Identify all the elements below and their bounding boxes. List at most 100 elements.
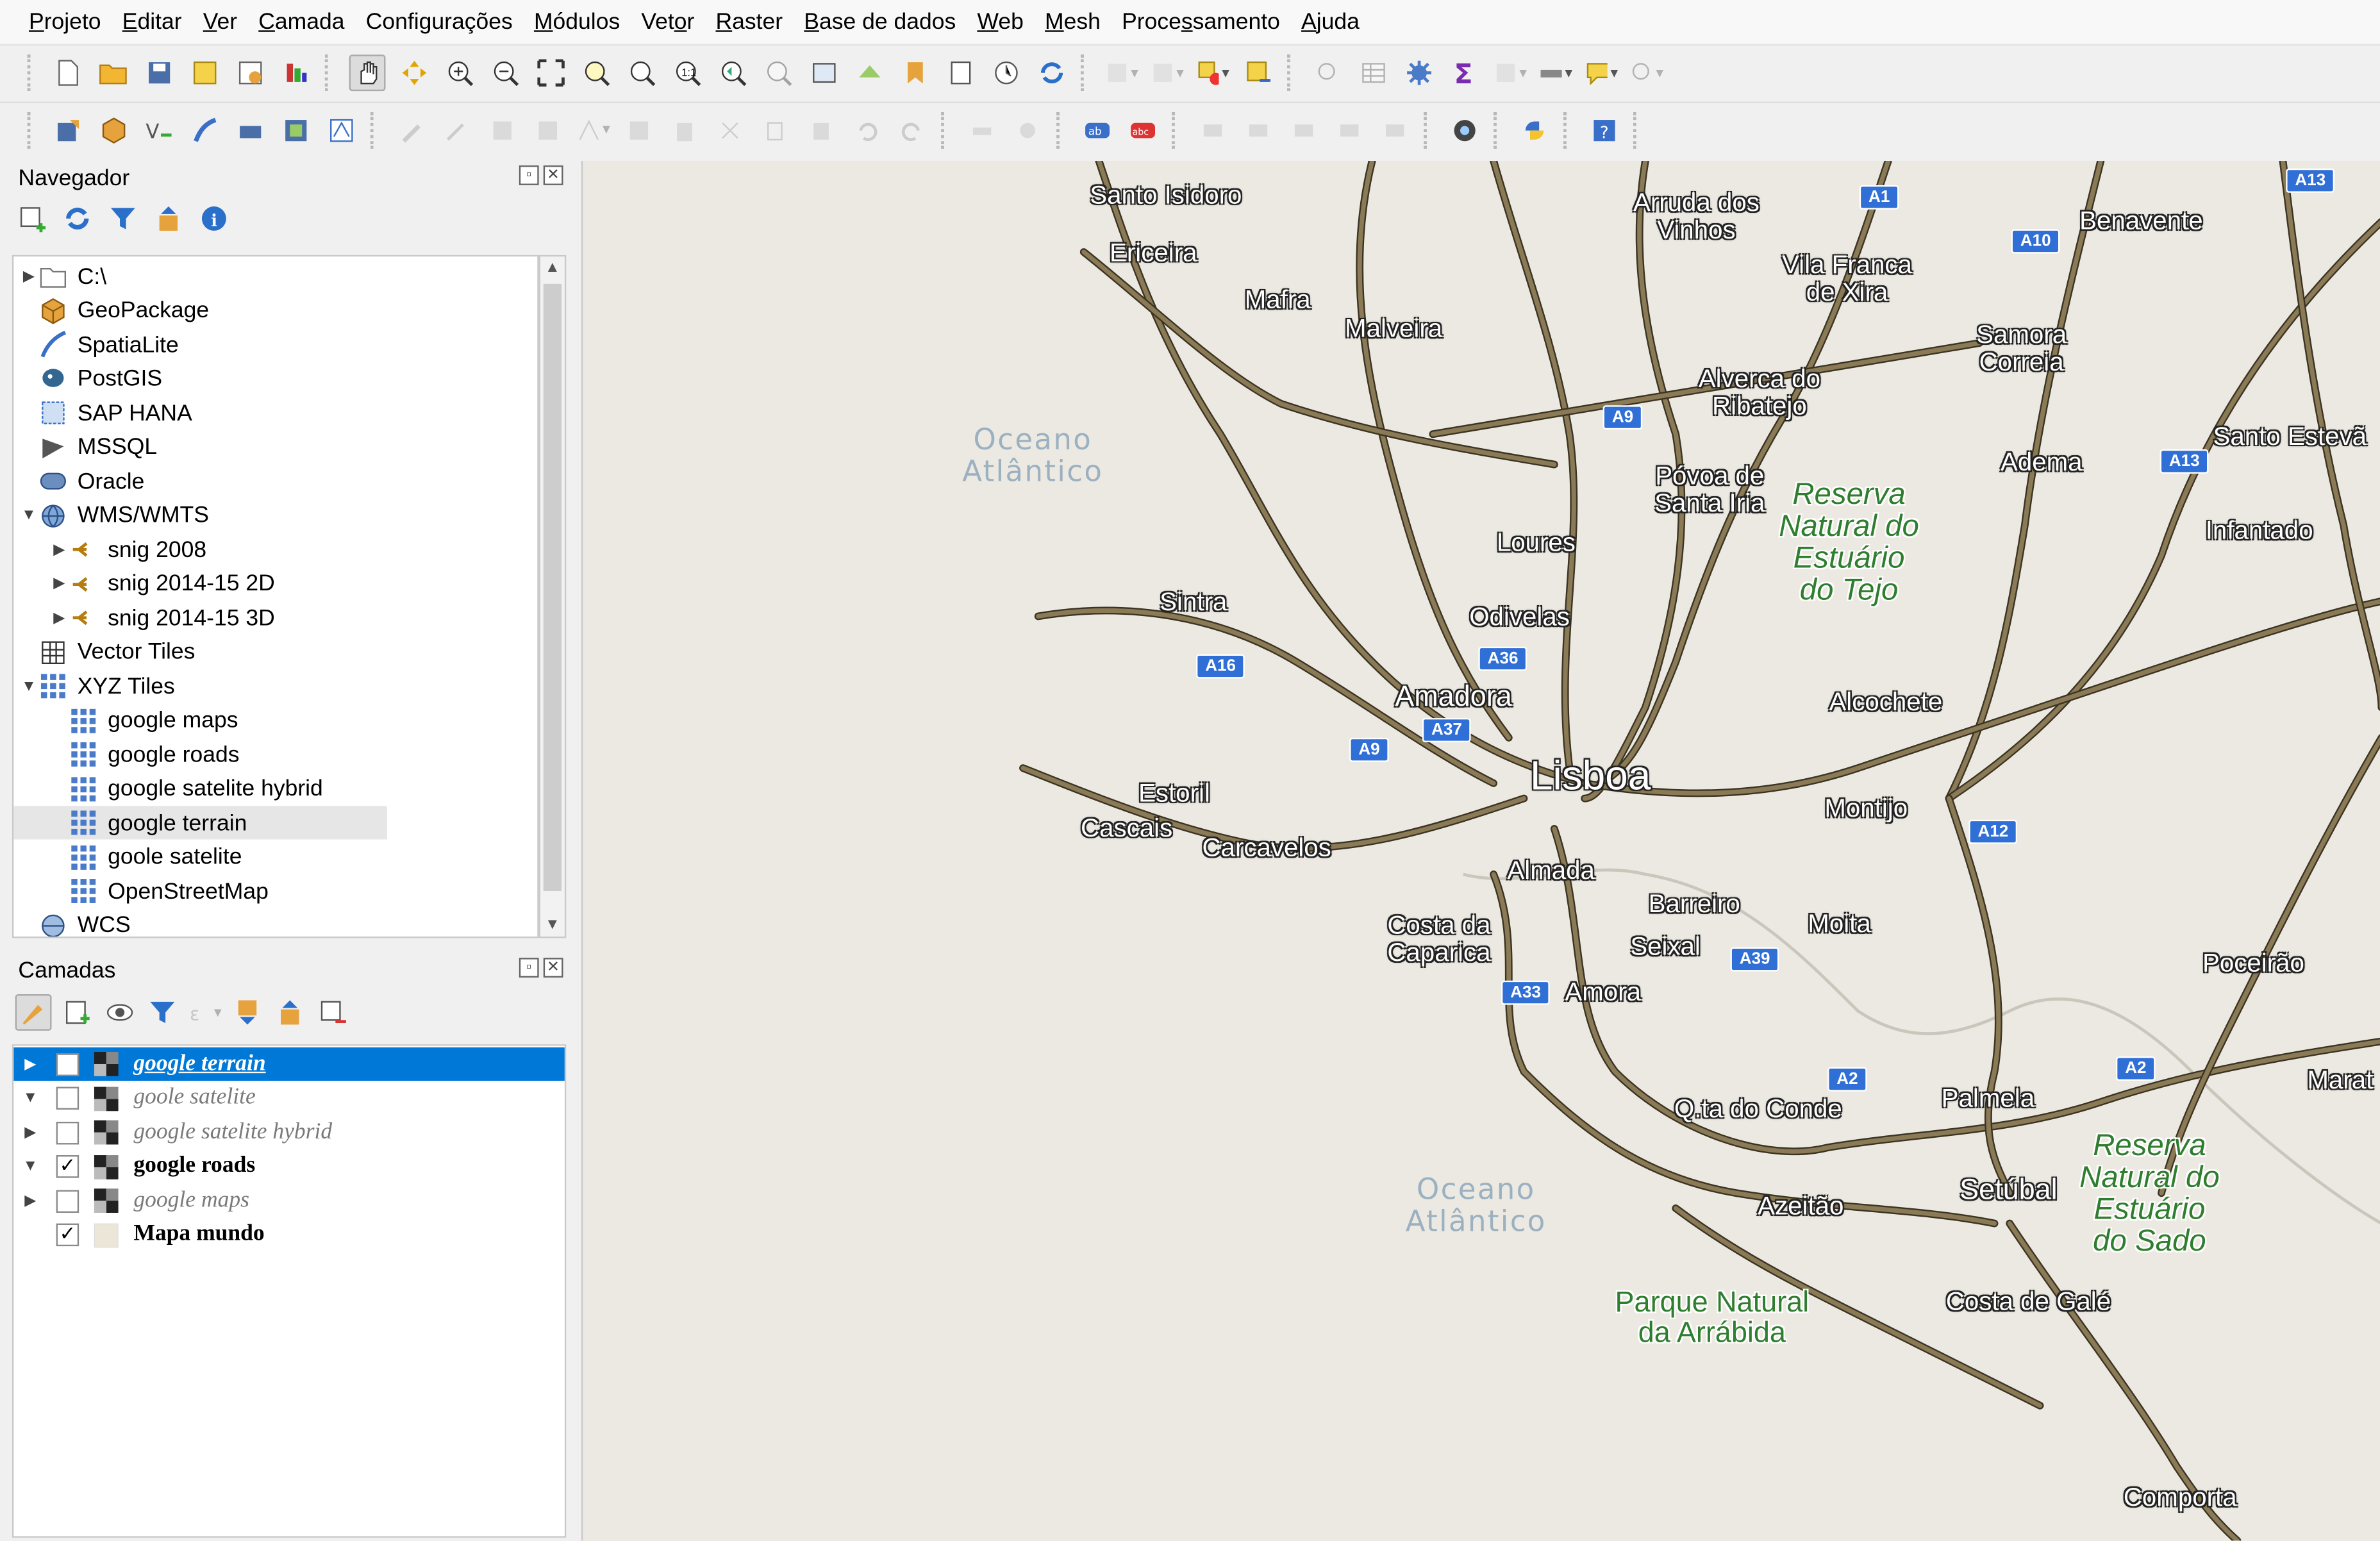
layer-visibility-checkbox[interactable]: [56, 1120, 79, 1144]
collapsed-arrow-icon[interactable]: ▶: [20, 268, 38, 285]
browser-item[interactable]: goole satelite: [13, 840, 537, 874]
collapsed-arrow-icon[interactable]: ▶: [50, 610, 68, 626]
layout-manager-icon[interactable]: [234, 56, 267, 90]
zoom-out-icon[interactable]: [488, 56, 522, 90]
new-bookmark-icon[interactable]: [899, 56, 932, 90]
map-canvas[interactable]: Oceano Atlântico Oceano Atlântico Santo Is…: [581, 161, 2380, 1541]
toggle-editing-icon[interactable]: [440, 113, 474, 146]
vertex-tool-icon[interactable]: [577, 113, 610, 146]
new-project-icon[interactable]: [52, 56, 85, 90]
menu-vetor[interactable]: Vetor: [631, 9, 705, 35]
close-panel-icon[interactable]: ✕: [543, 165, 563, 185]
digitize-mesh-icon[interactable]: [325, 113, 358, 146]
menu-ver[interactable]: Ver: [192, 9, 248, 35]
browser-item[interactable]: ▶ snig 2014-15 3D: [13, 601, 537, 635]
browser-item[interactable]: MSSQL: [13, 430, 537, 463]
toolbar-grip[interactable]: [27, 112, 37, 148]
scroll-down-icon[interactable]: ▼: [545, 917, 560, 933]
filter-by-expression-icon[interactable]: ε: [188, 995, 222, 1029]
browser-item[interactable]: ▶ C:\: [13, 260, 537, 293]
add-selected-layers-icon[interactable]: [15, 202, 49, 235]
style-manager-icon[interactable]: [279, 56, 313, 90]
quickmapservices-icon[interactable]: [1448, 113, 1481, 146]
layer-visibility-checkbox[interactable]: ✓: [56, 1155, 79, 1178]
new-print-layout-icon[interactable]: [188, 56, 222, 90]
show-hide-labels-icon[interactable]: [1242, 113, 1275, 146]
open-field-calculator-icon[interactable]: [1151, 56, 1184, 90]
save-project-icon[interactable]: [143, 56, 176, 90]
browser-item[interactable]: WCS: [13, 908, 537, 937]
modify-attributes-icon[interactable]: [622, 113, 656, 146]
collapsed-arrow-icon[interactable]: ▶: [13, 1124, 47, 1141]
refresh-icon[interactable]: [1035, 56, 1069, 90]
browser-item[interactable]: ▶ snig 2008: [13, 533, 537, 566]
undo-icon[interactable]: [850, 113, 883, 146]
collapse-all-icon[interactable]: [152, 202, 185, 235]
layer-row[interactable]: ▶ google satelite hybrid: [13, 1115, 565, 1149]
show-bookmarks-icon[interactable]: [944, 56, 978, 90]
python-console-icon[interactable]: [1518, 113, 1551, 146]
add-feature-icon[interactable]: [531, 113, 565, 146]
menu-ajuda[interactable]: Ajuda: [1290, 9, 1370, 35]
new-spatialite-layer-icon[interactable]: [188, 113, 222, 146]
select-features-icon[interactable]: [1196, 56, 1229, 90]
rotate-label-icon[interactable]: [1333, 113, 1366, 146]
copy-features-icon[interactable]: [759, 113, 792, 146]
browser-item[interactable]: ▼ XYZ Tiles: [13, 669, 537, 703]
processing-toolbox-icon[interactable]: [1402, 56, 1436, 90]
pan-to-selection-icon[interactable]: [397, 56, 431, 90]
browser-item[interactable]: Oracle: [13, 465, 537, 498]
collapsed-arrow-icon[interactable]: ▶: [13, 1192, 47, 1209]
add-group-icon[interactable]: [61, 995, 94, 1029]
locator-icon[interactable]: [1630, 56, 1663, 90]
close-panel-icon[interactable]: ✕: [543, 958, 563, 978]
menu-projeto[interactable]: Projeto: [18, 9, 112, 35]
label-toolbar-icon[interactable]: ab: [1081, 113, 1114, 146]
layer-visibility-checkbox[interactable]: [56, 1087, 79, 1110]
new-3d-map-view-icon[interactable]: [853, 56, 886, 90]
identify-icon[interactable]: [1311, 56, 1345, 90]
data-source-manager-icon[interactable]: [52, 113, 85, 146]
layer-row[interactable]: ▶ google terrain: [13, 1047, 565, 1081]
save-layer-edits-icon[interactable]: [486, 113, 519, 146]
pin-labels-icon[interactable]: [1196, 113, 1229, 146]
layer-row[interactable]: ▶ google maps: [13, 1184, 565, 1217]
layers-tree[interactable]: ▶ google terrain ▼ goole satelite ▶ google sa…: [12, 1044, 567, 1538]
menu-base-de-dados[interactable]: Base de dados: [794, 9, 967, 35]
cut-features-icon[interactable]: [713, 113, 747, 146]
open-project-icon[interactable]: [97, 56, 131, 90]
browser-item[interactable]: google terrain: [13, 806, 387, 840]
browser-item[interactable]: GeoPackage: [13, 294, 537, 327]
zoom-native-icon[interactable]: 1:1: [671, 56, 704, 90]
map-tips-icon[interactable]: [1585, 56, 1618, 90]
layer-visibility-checkbox[interactable]: ✓: [56, 1223, 79, 1247]
browser-item[interactable]: google maps: [13, 704, 537, 737]
label-highlight-icon[interactable]: abc: [1126, 113, 1160, 146]
browser-item[interactable]: google satelite hybrid: [13, 772, 537, 805]
digitize-with-segment-icon[interactable]: [965, 113, 999, 146]
expand-all-icon[interactable]: [231, 995, 264, 1029]
help-icon[interactable]: ?: [1588, 113, 1621, 146]
statistical-summary-icon[interactable]: Σ: [1448, 56, 1481, 90]
scrollbar-thumb[interactable]: [543, 283, 562, 892]
menu-modulos[interactable]: Módulos: [523, 9, 630, 35]
collapsed-arrow-icon[interactable]: ▶: [50, 575, 68, 592]
zoom-layer-icon[interactable]: [626, 56, 659, 90]
open-layer-styling-icon[interactable]: [15, 994, 52, 1031]
delete-selected-icon[interactable]: [668, 113, 701, 146]
browser-item[interactable]: ▶ snig 2014-15 2D: [13, 567, 537, 600]
browser-item[interactable]: PostGIS: [13, 362, 537, 396]
menu-raster[interactable]: Raster: [705, 9, 794, 35]
browser-item[interactable]: SpatiaLite: [13, 328, 537, 361]
collapsed-arrow-icon[interactable]: ▶: [50, 541, 68, 558]
zoom-in-icon[interactable]: [443, 56, 476, 90]
new-shapefile-layer-icon[interactable]: V: [143, 113, 176, 146]
measure-icon[interactable]: [1494, 56, 1527, 90]
zoom-selection-icon[interactable]: [580, 56, 613, 90]
redo-icon[interactable]: [895, 113, 929, 146]
zoom-full-icon[interactable]: [535, 56, 568, 90]
browser-item[interactable]: google roads: [13, 738, 537, 771]
properties-info-icon[interactable]: i: [197, 202, 231, 235]
change-label-icon[interactable]: [1378, 113, 1411, 146]
layer-visibility-checkbox[interactable]: [56, 1053, 79, 1076]
